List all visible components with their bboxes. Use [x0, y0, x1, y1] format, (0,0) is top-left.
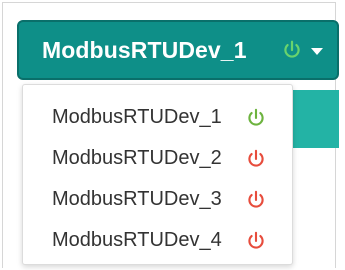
- device-menu-item-label: ModbusRTUDev_3: [52, 188, 222, 210]
- power-icon: [244, 229, 268, 253]
- device-menu-item-label: ModbusRTUDev_1: [52, 106, 222, 128]
- device-menu-item-label: ModbusRTUDev_2: [52, 147, 222, 169]
- device-menu-item-3[interactable]: ModbusRTUDev_3: [23, 179, 292, 220]
- device-menu-item-1[interactable]: ModbusRTUDev_1: [23, 97, 292, 138]
- caret-down-icon: [311, 47, 323, 55]
- power-icon: [244, 147, 268, 171]
- power-icon: [244, 188, 268, 212]
- power-icon: [244, 106, 268, 130]
- device-menu-item-4[interactable]: ModbusRTUDev_4: [23, 220, 292, 261]
- device-selector-button[interactable]: ModbusRTUDev_1: [17, 20, 339, 80]
- device-dropdown-menu: ModbusRTUDev_1 ModbusRTUDev_2 ModbusRTUD…: [22, 84, 293, 265]
- power-icon: [278, 36, 306, 64]
- device-menu-item-label: ModbusRTUDev_4: [52, 229, 222, 251]
- selected-device-label: ModbusRTUDev_1: [42, 36, 247, 63]
- background-teal-bar: [292, 90, 339, 148]
- device-menu-item-2[interactable]: ModbusRTUDev_2: [23, 138, 292, 179]
